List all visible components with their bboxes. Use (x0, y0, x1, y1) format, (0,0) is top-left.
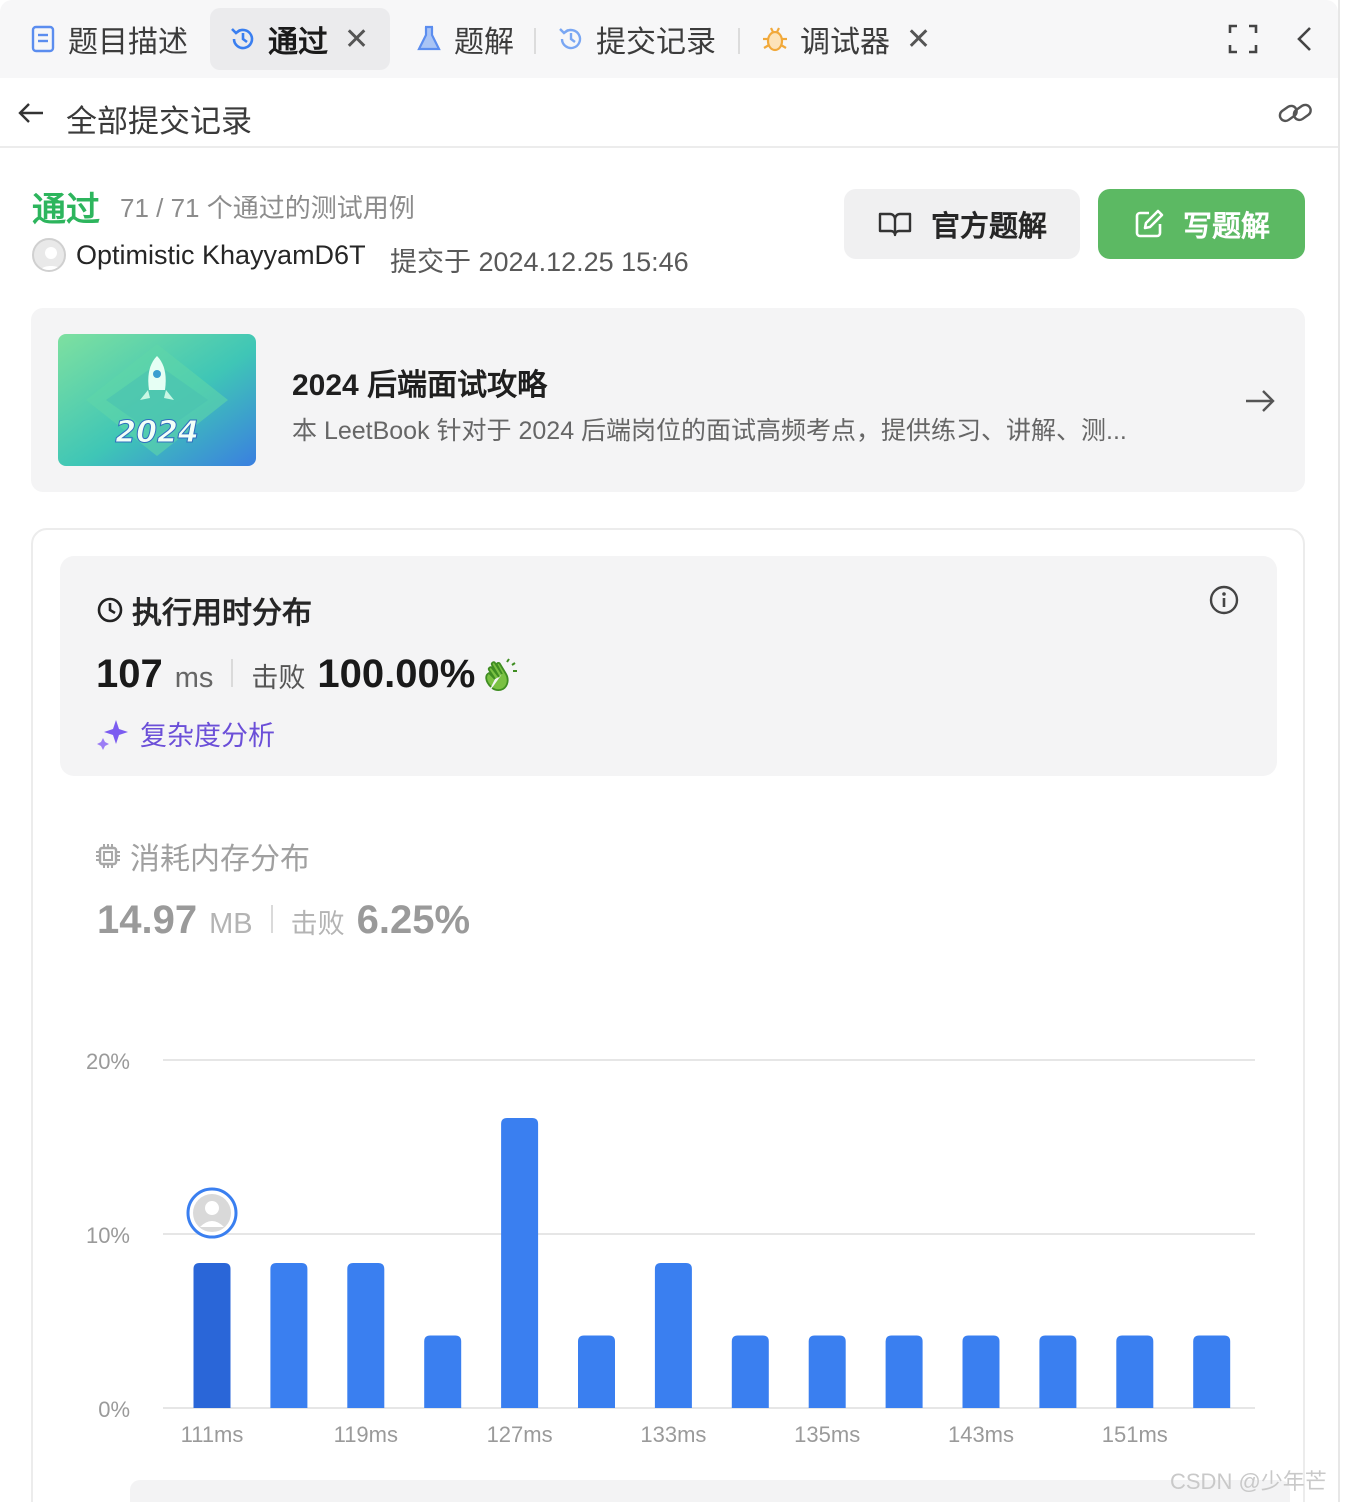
runtime-beat-percent: 100.00% (317, 652, 476, 696)
tab-label: 通过 (268, 26, 328, 59)
tab-label: 题目描述 (68, 26, 188, 59)
edit-icon (1135, 209, 1164, 238)
avatar[interactable] (32, 238, 66, 272)
memory-beat-percent: 6.25% (356, 898, 471, 942)
chart-bar[interactable] (962, 1335, 1000, 1408)
divider (270, 905, 273, 933)
panel-edge (1338, 0, 1340, 1502)
chart-bar[interactable] (270, 1263, 308, 1408)
chart-bar[interactable] (654, 1263, 692, 1408)
runtime-unit: ms (174, 662, 214, 694)
button-label: 官方题解 (930, 211, 1047, 243)
chart-bar[interactable] (808, 1335, 846, 1408)
memory-number: 14.97 (97, 898, 198, 942)
sub-header: 全部提交记录 (0, 78, 1338, 148)
close-icon[interactable]: ✕ (906, 22, 931, 57)
memory-title-label: 消耗内存分布 (130, 843, 310, 876)
link-icon[interactable] (1276, 96, 1314, 130)
chart-bar[interactable] (1116, 1335, 1154, 1408)
chart-bar[interactable] (731, 1335, 769, 1408)
clock-icon (97, 597, 123, 623)
tab-divider (534, 28, 536, 54)
back-arrow-icon[interactable] (16, 98, 46, 128)
history-icon (559, 28, 582, 50)
tab-solutions[interactable]: 题解 (410, 8, 518, 70)
runtime-title-label: 执行用时分布 (132, 597, 312, 630)
book-icon (878, 212, 912, 237)
sparkle-icon (97, 719, 128, 750)
close-icon[interactable]: ✕ (344, 22, 369, 57)
runtime-title: 执行用时分布 (96, 588, 312, 632)
runtime-panel[interactable]: 执行用时分布 107 ms 击败 100.00% 复杂度分析 (60, 556, 1277, 776)
runtime-distribution-chart[interactable]: 20% 10% 0% 111ms 119ms 127ms 133ms 135ms 143ms 15… (60, 1030, 1277, 1470)
fullscreen-icon[interactable] (1226, 22, 1260, 56)
info-icon[interactable] (1207, 583, 1241, 617)
tab-accepted[interactable]: 通过 ✕ (210, 8, 390, 70)
memory-value: 14.97 MB 击败 6.25% (97, 898, 470, 943)
footer-panel (130, 1480, 1290, 1502)
user-icon (40, 247, 62, 270)
page-title[interactable]: 全部提交记录 (66, 96, 252, 141)
clap-icon (485, 657, 518, 691)
leetbook-banner[interactable]: 2024 2024 后端面试攻略 本 LeetBook 针对于 2024 后端岗… (31, 308, 1305, 492)
chart-bar[interactable] (885, 1335, 923, 1408)
status-badge: 通过 (32, 191, 100, 229)
banner-image-text: 2024 (115, 415, 199, 450)
beat-label: 击败 (251, 663, 306, 693)
x-tick-label: 133ms (640, 1422, 706, 1447)
y-tick-label: 10% (86, 1223, 130, 1248)
x-tick-label: 151ms (1102, 1422, 1168, 1447)
memory-unit: MB (209, 908, 253, 940)
arrow-right-icon[interactable] (1243, 384, 1277, 418)
beat-label: 击败 (290, 909, 345, 939)
chevron-left-icon[interactable] (1288, 22, 1322, 56)
banner-image: 2024 (58, 334, 256, 466)
tab-bar: 题目描述 通过 ✕ 题解 提交记录 调试器 ✕ (0, 0, 1338, 78)
runtime-value: 107 ms 击败 100.00% (96, 652, 519, 697)
tab-divider (738, 28, 740, 54)
test-cases-summary: 71 / 71 个通过的测试用例 (120, 193, 415, 223)
tab-debugger[interactable]: 调试器 ✕ (756, 8, 935, 70)
chart-bar[interactable] (193, 1263, 231, 1408)
chart-bar[interactable] (424, 1335, 462, 1408)
button-label: 写题解 (1182, 211, 1270, 243)
complexity-analysis-link[interactable]: 复杂度分析 (96, 714, 275, 753)
official-solution-button[interactable]: 官方题解 (844, 189, 1080, 259)
divider (231, 659, 234, 687)
username[interactable]: Optimistic KhayyamD6T (76, 240, 366, 271)
chart-bar[interactable] (501, 1117, 539, 1408)
x-tick-label: 127ms (487, 1422, 553, 1447)
tab-label: 题解 (454, 26, 514, 59)
banner-description: 本 LeetBook 针对于 2024 后端岗位的面试高频考点，提供练习、讲解、… (292, 417, 1127, 445)
tab-label: 调试器 (800, 26, 890, 59)
user-position-marker (186, 1187, 238, 1239)
runtime-number: 107 (96, 652, 163, 696)
tab-description[interactable]: 题目描述 (20, 8, 196, 70)
y-tick-label: 20% (86, 1049, 130, 1074)
x-tick-label: 111ms (181, 1422, 244, 1447)
banner-title: 2024 后端面试攻略 (292, 369, 548, 402)
bug-icon (763, 27, 787, 52)
chart-bar[interactable] (347, 1263, 385, 1408)
watermark: CSDN @少年芒 (1170, 1469, 1327, 1494)
chart-bar[interactable] (1193, 1335, 1231, 1408)
memory-title[interactable]: 消耗内存分布 (94, 834, 310, 878)
history-icon (231, 28, 254, 50)
write-solution-button[interactable]: 写题解 (1098, 189, 1305, 259)
y-tick-label: 0% (98, 1397, 130, 1422)
flask-icon (417, 25, 441, 51)
tab-label: 提交记录 (596, 26, 716, 59)
x-tick-label: 119ms (334, 1422, 398, 1447)
x-tick-label: 135ms (794, 1422, 860, 1447)
chart-bar[interactable] (1039, 1335, 1077, 1408)
x-tick-label: 143ms (948, 1422, 1014, 1447)
tab-submissions[interactable]: 提交记录 (552, 8, 720, 70)
submit-time: 提交于 2024.12.25 15:46 (390, 247, 689, 277)
complexity-label: 复杂度分析 (140, 721, 275, 751)
chart-bar[interactable] (578, 1335, 615, 1408)
chip-icon (96, 844, 120, 868)
document-icon (31, 25, 55, 53)
